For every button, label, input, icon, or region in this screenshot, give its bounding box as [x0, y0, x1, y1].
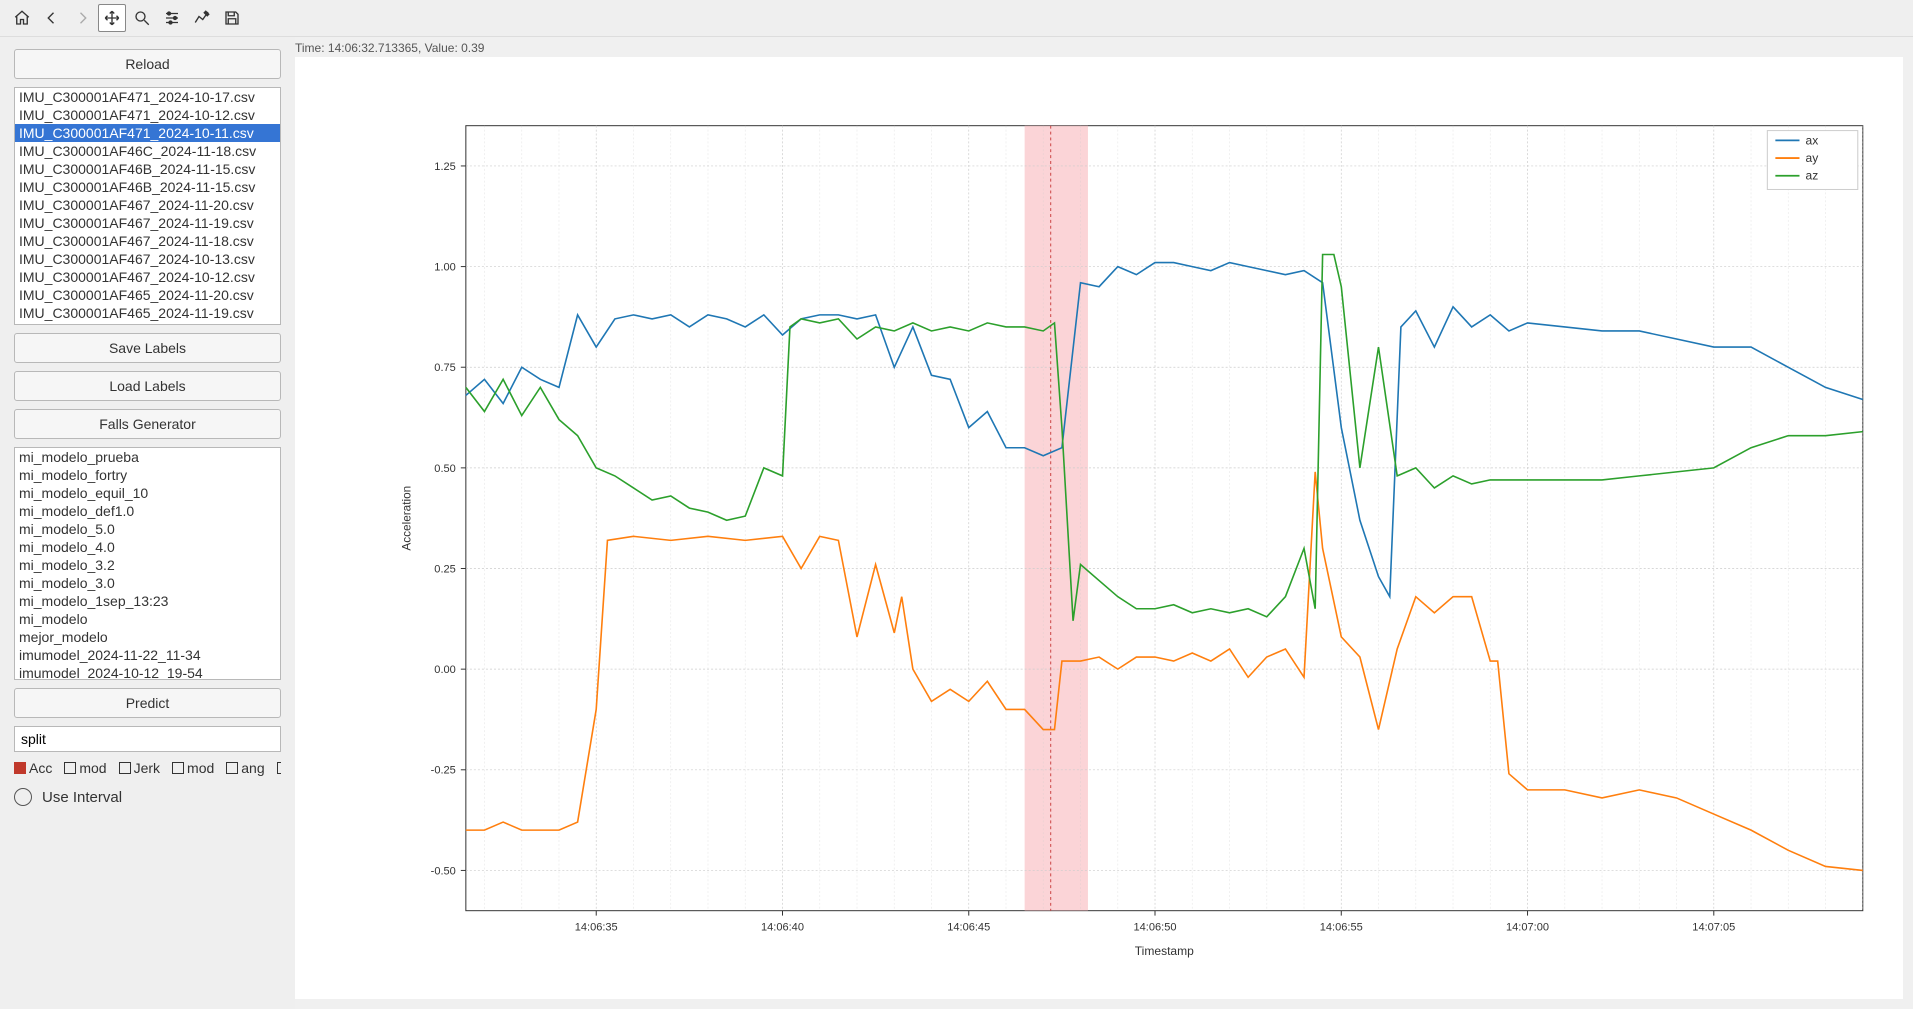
svg-text:14:06:50: 14:06:50: [1134, 921, 1177, 933]
channel-checks: Acc mod Jerk mod ang mod: [14, 760, 281, 776]
check-acc-label: Acc: [29, 760, 52, 776]
file-list-item[interactable]: IMU_C300001AF46B_2024-11-15.csv: [15, 178, 280, 196]
model-list-item[interactable]: mi_modelo_equil_10: [15, 484, 280, 502]
chart-area: Time: 14:06:32.713365, Value: 0.39 -0.50…: [295, 37, 1913, 1009]
toolbar: [0, 0, 1913, 37]
svg-text:1.00: 1.00: [434, 262, 455, 274]
svg-text:1.25: 1.25: [434, 161, 455, 173]
svg-text:0.50: 0.50: [434, 463, 455, 475]
check-jerk[interactable]: Jerk: [119, 760, 160, 776]
svg-text:14:06:35: 14:06:35: [575, 921, 618, 933]
svg-text:14:06:40: 14:06:40: [761, 921, 804, 933]
check-mod3[interactable]: mod: [277, 760, 281, 776]
file-list-item[interactable]: IMU_C300001AF471_2024-10-12.csv: [15, 106, 280, 124]
svg-text:ay: ay: [1806, 151, 1819, 165]
svg-text:0.75: 0.75: [434, 362, 455, 374]
reload-button[interactable]: Reload: [14, 49, 281, 79]
split-input[interactable]: [14, 726, 281, 752]
cursor-status: Time: 14:06:32.713365, Value: 0.39: [295, 41, 484, 55]
svg-text:0.25: 0.25: [434, 564, 455, 576]
check-mod2-label: mod: [187, 760, 214, 776]
predict-button[interactable]: Predict: [14, 688, 281, 718]
svg-text:az: az: [1806, 169, 1819, 183]
check-jerk-label: Jerk: [134, 760, 160, 776]
back-icon[interactable]: [38, 4, 66, 32]
svg-text:-0.50: -0.50: [431, 865, 456, 877]
model-list-item[interactable]: imumodel_2024-11-22_11-34: [15, 646, 280, 664]
model-list-item[interactable]: mi_modelo_3.2: [15, 556, 280, 574]
use-interval-radio[interactable]: [14, 788, 32, 806]
save-labels-button[interactable]: Save Labels: [14, 333, 281, 363]
model-list[interactable]: mi_modelo_pruebami_modelo_fortrymi_model…: [14, 447, 281, 680]
edit-axis-icon[interactable]: [188, 4, 216, 32]
plot-wrap: -0.50 -0.25 0.00 0.25 0.50 0.75 1.00 1.25 14:06:…: [295, 57, 1903, 999]
svg-text:14:06:55: 14:06:55: [1320, 921, 1363, 933]
file-list-item[interactable]: IMU_C300001AF471_2024-10-11.csv: [15, 124, 280, 142]
model-list-item[interactable]: mi_modelo_3.0: [15, 574, 280, 592]
svg-text:ax: ax: [1806, 133, 1819, 147]
model-list-item[interactable]: mi_modelo_4.0: [15, 538, 280, 556]
use-interval-row[interactable]: Use Interval: [14, 784, 281, 806]
model-list-item[interactable]: mejor_modelo: [15, 628, 280, 646]
model-list-item[interactable]: mi_modelo_def1.0: [15, 502, 280, 520]
line-chart[interactable]: -0.50 -0.25 0.00 0.25 0.50 0.75 1.00 1.25 14:06:…: [295, 57, 1903, 999]
check-mod2[interactable]: mod: [172, 760, 214, 776]
save-icon[interactable]: [218, 4, 246, 32]
file-list-item[interactable]: IMU_C300001AF467_2024-11-19.csv: [15, 214, 280, 232]
sidebar: Reload IMU_C300001AF471_2024-10-17.csvIM…: [0, 37, 295, 1009]
falls-generator-button[interactable]: Falls Generator: [14, 409, 281, 439]
model-list-item[interactable]: mi_modelo: [15, 610, 280, 628]
file-list-item[interactable]: IMU_C300001AF467_2024-10-13.csv: [15, 250, 280, 268]
load-labels-button[interactable]: Load Labels: [14, 371, 281, 401]
model-list-item[interactable]: mi_modelo_1sep_13:23: [15, 592, 280, 610]
model-list-item[interactable]: mi_modelo_fortry: [15, 466, 280, 484]
model-list-item[interactable]: imumodel_2024-10-12_19-54: [15, 664, 280, 680]
check-mod1[interactable]: mod: [64, 760, 106, 776]
svg-text:14:07:05: 14:07:05: [1692, 921, 1735, 933]
file-list-item[interactable]: IMU_C300001AF46C_2024-11-18.csv: [15, 142, 280, 160]
zoom-icon[interactable]: [128, 4, 156, 32]
file-list-item[interactable]: IMU_C300001AF46B_2024-11-15.csv: [15, 160, 280, 178]
configure-icon[interactable]: [158, 4, 186, 32]
use-interval-label: Use Interval: [42, 789, 122, 806]
check-mod1-label: mod: [79, 760, 106, 776]
svg-text:14:06:45: 14:06:45: [947, 921, 990, 933]
check-ang-label: ang: [241, 760, 264, 776]
file-list-item[interactable]: IMU_C300001AF467_2024-10-12.csv: [15, 268, 280, 286]
check-ang[interactable]: ang: [226, 760, 264, 776]
file-list-item[interactable]: IMU_C300001AF471_2024-10-17.csv: [15, 88, 280, 106]
check-acc[interactable]: Acc: [14, 760, 52, 776]
svg-text:Timestamp: Timestamp: [1135, 944, 1195, 958]
svg-text:14:07:00: 14:07:00: [1506, 921, 1549, 933]
home-icon[interactable]: [8, 4, 36, 32]
file-list-item[interactable]: IMU_C300001AF465_2024-11-20.csv: [15, 286, 280, 304]
file-list-item[interactable]: IMU_C300001AF467_2024-11-20.csv: [15, 196, 280, 214]
file-list[interactable]: IMU_C300001AF471_2024-10-17.csvIMU_C3000…: [14, 87, 281, 325]
model-list-item[interactable]: mi_modelo_prueba: [15, 448, 280, 466]
file-list-item[interactable]: IMU_C300001AF465_2024-11-19.csv: [15, 304, 280, 322]
pan-icon[interactable]: [98, 4, 126, 32]
svg-text:-0.25: -0.25: [431, 765, 456, 777]
svg-text:Acceleration: Acceleration: [399, 486, 413, 551]
file-list-item[interactable]: IMU_C300001AF467_2024-11-18.csv: [15, 232, 280, 250]
forward-icon[interactable]: [68, 4, 96, 32]
model-list-item[interactable]: mi_modelo_5.0: [15, 520, 280, 538]
svg-text:0.00: 0.00: [434, 664, 455, 676]
